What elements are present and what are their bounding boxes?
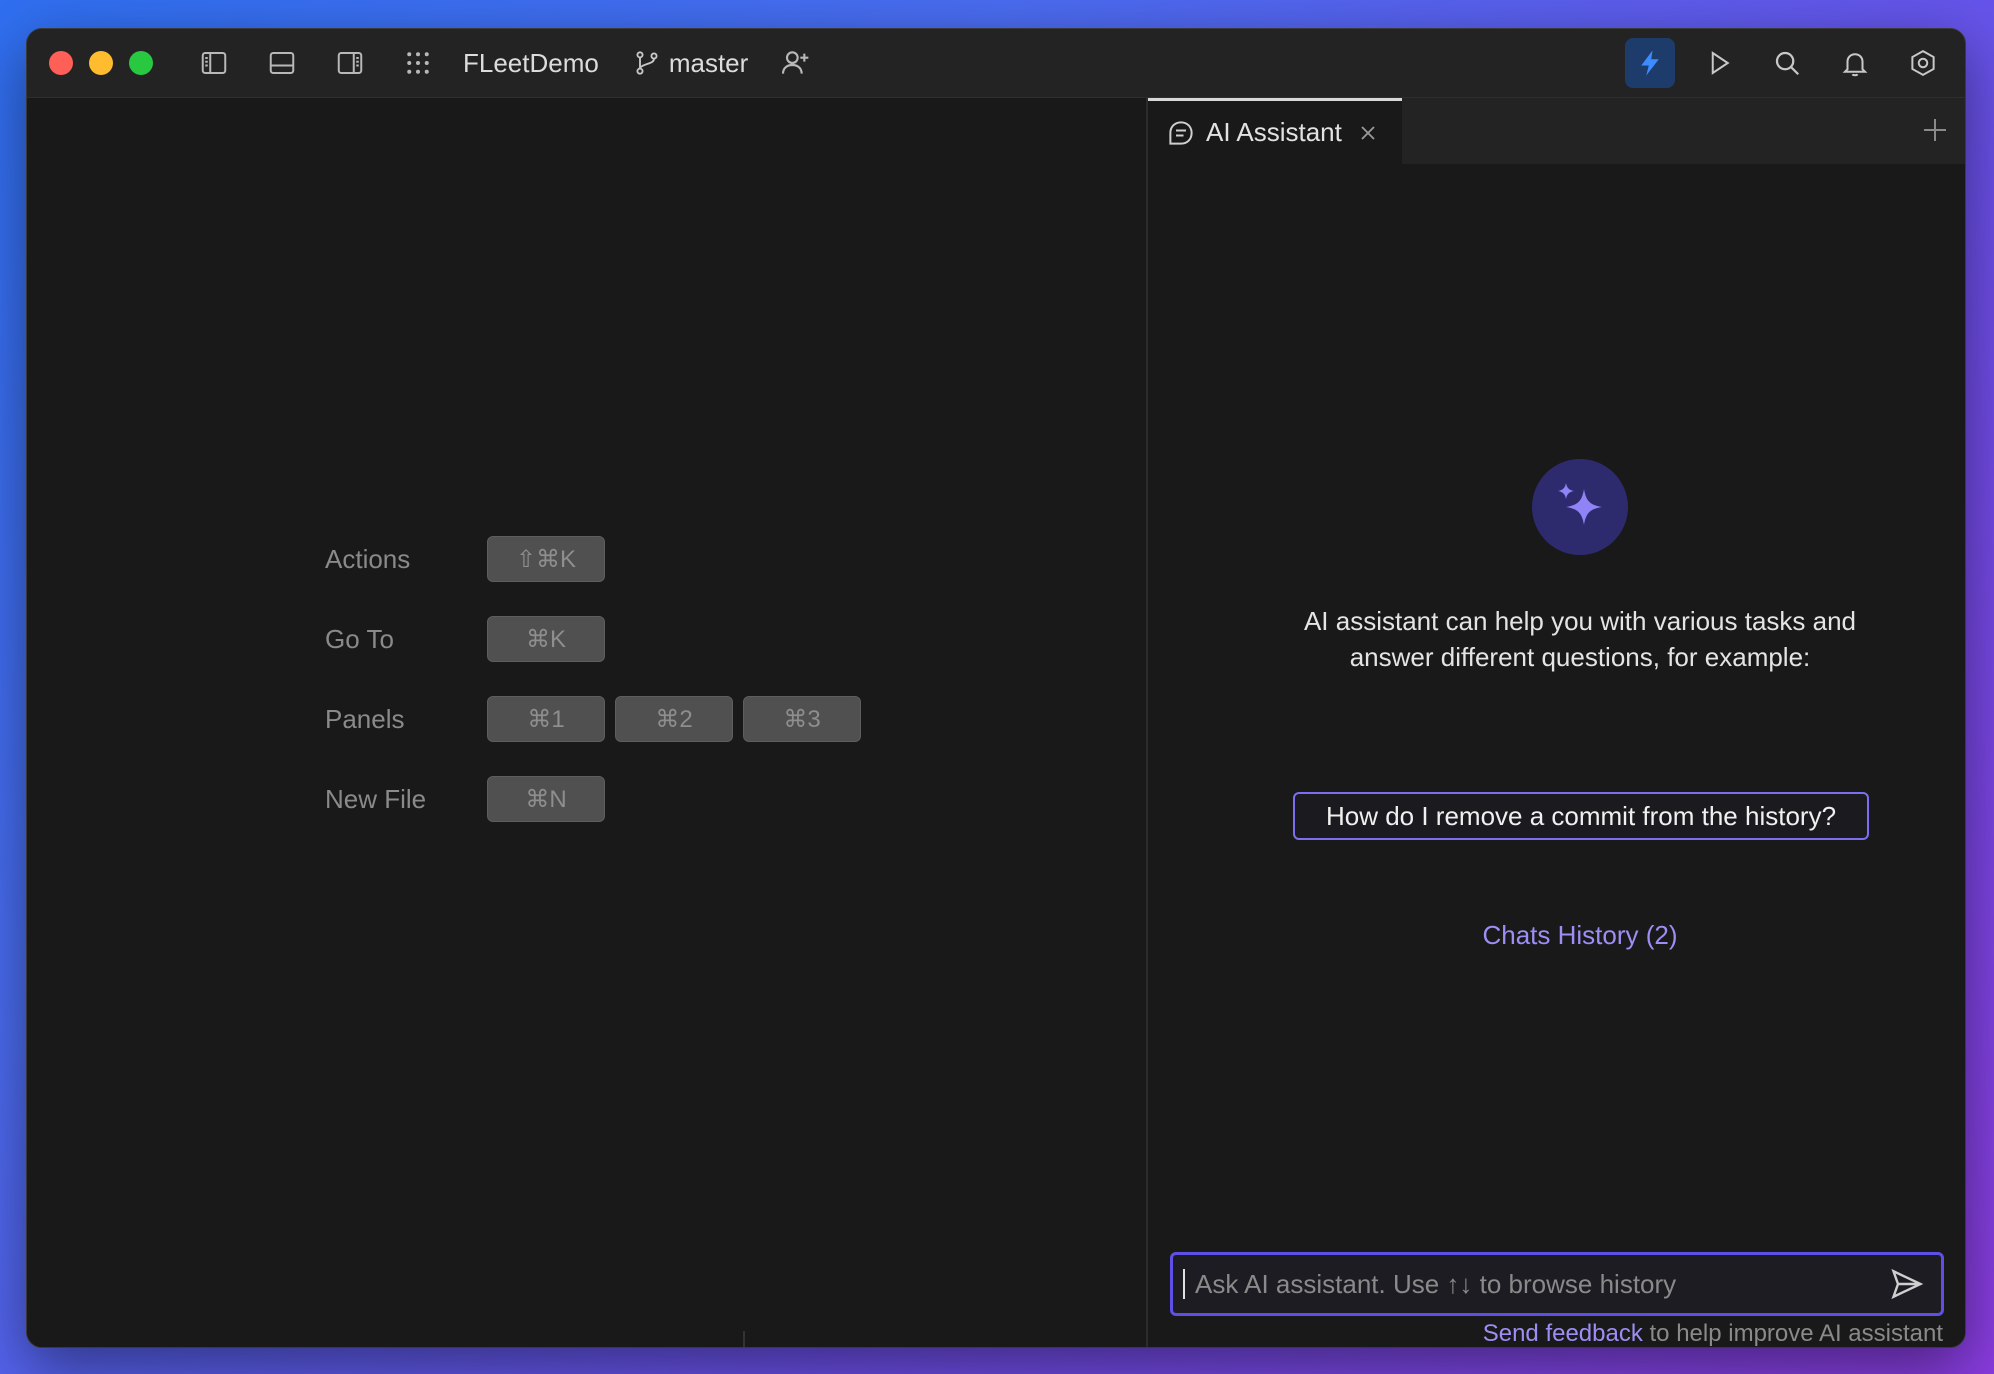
shortcut-row: New File ⌘N	[325, 775, 861, 823]
send-feedback-link[interactable]: Send feedback	[1483, 1320, 1643, 1347]
run-icon[interactable]	[1695, 39, 1743, 87]
new-tab-plus-icon[interactable]	[1921, 116, 1949, 144]
sparkle-icon	[1558, 483, 1602, 525]
minimize-window-button[interactable]	[89, 51, 113, 75]
shortcut-key: ⌘N	[487, 776, 605, 822]
send-icon[interactable]	[1889, 1266, 1925, 1302]
shortcut-row: Go To ⌘K	[325, 615, 861, 663]
app-window: FLeetDemo master Actions ⇧⌘K Go To ⌘K Pa…	[26, 28, 1966, 1348]
search-icon[interactable]	[1763, 39, 1811, 87]
shortcut-key: ⇧⌘K	[487, 536, 605, 582]
zoom-window-button[interactable]	[129, 51, 153, 75]
right-panel-toggle-icon[interactable]	[331, 44, 369, 82]
add-collaborator-icon[interactable]	[778, 46, 812, 80]
assistant-prompt-input[interactable]	[1185, 1254, 1889, 1314]
settings-gear-icon[interactable]	[1899, 39, 1947, 87]
close-icon[interactable]	[1358, 123, 1378, 143]
shortcut-label: New File	[325, 783, 427, 814]
tab-bar: AI Assistant	[1148, 98, 1965, 164]
feedback-text: to help improve AI assistant	[1642, 1320, 1944, 1347]
shortcut-key: ⌘1	[487, 696, 605, 742]
shortcut-label: Go To	[325, 623, 394, 654]
suggested-prompt-button[interactable]: How do I remove a commit from the histor…	[1293, 792, 1869, 840]
window-controls	[49, 51, 153, 75]
editor-area: Actions ⇧⌘K Go To ⌘K Panels ⌘1 ⌘2 ⌘3 New…	[27, 98, 1146, 1347]
panel-resize-handle[interactable]	[743, 1331, 745, 1347]
branch-name: master	[668, 47, 749, 78]
panel-toggles	[195, 44, 437, 82]
left-panel-toggle-icon[interactable]	[195, 44, 233, 82]
shortcut-key: ⌘3	[743, 696, 861, 742]
shortcut-label: Actions	[325, 543, 411, 574]
assistant-input-container	[1170, 1252, 1944, 1316]
lightning-bolt-icon	[1641, 50, 1659, 76]
project-name[interactable]: FLeetDemo	[463, 48, 599, 79]
smart-mode-button[interactable]	[1625, 38, 1675, 88]
git-branch-icon	[636, 51, 658, 75]
ai-assistant-panel: AI Assistant AI assistant can help you w…	[1148, 98, 1965, 1347]
shortcut-row: Actions ⇧⌘K	[325, 535, 861, 583]
shortcut-key: ⌘K	[487, 616, 605, 662]
close-window-button[interactable]	[49, 51, 73, 75]
toolbar-right	[1625, 38, 1947, 88]
tab-label: AI Assistant	[1206, 117, 1342, 147]
assistant-intro-text: AI assistant can help you with various t…	[1303, 606, 1857, 672]
notifications-bell-icon[interactable]	[1831, 39, 1879, 87]
ai-sparkle-badge	[1532, 459, 1628, 555]
apps-grid-icon[interactable]	[399, 44, 437, 82]
shortcut-label: Panels	[325, 703, 405, 734]
title-bar: FLeetDemo master	[27, 29, 1965, 98]
feedback-line: Send feedback to help improve AI assista…	[1483, 1320, 1944, 1347]
chats-history-link[interactable]: Chats History (2)	[1298, 920, 1862, 951]
chat-bubble-icon	[1169, 120, 1193, 145]
bottom-panel-toggle-icon[interactable]	[263, 44, 301, 82]
tab-ai-assistant[interactable]: AI Assistant	[1148, 98, 1402, 164]
shortcut-key: ⌘2	[615, 696, 733, 742]
shortcut-hints: Actions ⇧⌘K Go To ⌘K Panels ⌘1 ⌘2 ⌘3 New…	[325, 535, 861, 855]
branch-selector[interactable]: master	[633, 48, 748, 79]
shortcut-row: Panels ⌘1 ⌘2 ⌘3	[325, 695, 861, 743]
